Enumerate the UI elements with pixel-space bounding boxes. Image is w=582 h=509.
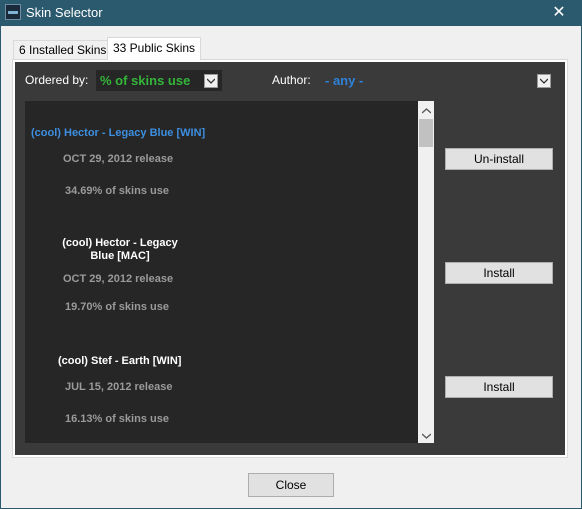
list-scrollbar[interactable] bbox=[418, 101, 434, 443]
author-select[interactable]: - any - bbox=[325, 73, 363, 88]
close-button[interactable]: Close bbox=[248, 473, 334, 497]
uninstall-button[interactable]: Un-install bbox=[445, 148, 553, 170]
skin-release-date: OCT 29, 2012 release bbox=[63, 273, 174, 285]
tab-installed-skins[interactable]: 6 Installed Skins bbox=[13, 40, 113, 59]
title-bar: Skin Selector ✕ bbox=[0, 0, 582, 26]
skin-name[interactable]: (cool) Stef - Earth [WIN] bbox=[58, 355, 181, 367]
chevron-up-icon bbox=[421, 108, 431, 114]
skin-usage: 16.13% of skins use bbox=[65, 413, 169, 425]
tab-public-skins[interactable]: 33 Public Skins bbox=[107, 37, 202, 60]
skin-name[interactable]: (cool) Hector - Legacy Blue [WIN] bbox=[31, 127, 205, 139]
ordered-by-label: Ordered by: bbox=[25, 73, 89, 87]
skin-usage: 34.69% of skins use bbox=[65, 185, 169, 197]
scroll-down-button[interactable] bbox=[418, 426, 434, 443]
window-title: Skin Selector bbox=[26, 5, 103, 20]
skin-release-date: OCT 29, 2012 release bbox=[63, 153, 174, 165]
skin-name-line: Blue [MAC] bbox=[90, 250, 150, 262]
skin-name-line: (cool) Hector - Legacy bbox=[62, 237, 178, 249]
skin-usage: 19.70% of skins use bbox=[65, 301, 169, 313]
app-icon bbox=[5, 4, 21, 20]
install-button[interactable]: Install bbox=[445, 376, 553, 398]
window-close-button[interactable]: ✕ bbox=[536, 0, 582, 26]
skin-name[interactable]: (cool) Hector - Legacy Blue [MAC] bbox=[55, 237, 185, 262]
scroll-up-button[interactable] bbox=[418, 101, 434, 118]
skin-release-date: JUL 15, 2012 release bbox=[65, 381, 173, 393]
chevron-down-icon bbox=[207, 78, 215, 84]
chevron-down-icon bbox=[421, 433, 431, 439]
install-button[interactable]: Install bbox=[445, 262, 553, 284]
ordered-by-dropdown-button[interactable] bbox=[204, 74, 218, 88]
ordered-by-value: % of skins use bbox=[100, 73, 191, 88]
chevron-down-icon bbox=[540, 78, 548, 84]
author-dropdown-button[interactable] bbox=[537, 74, 551, 88]
scroll-thumb[interactable] bbox=[419, 119, 433, 147]
author-label: Author: bbox=[272, 73, 311, 87]
